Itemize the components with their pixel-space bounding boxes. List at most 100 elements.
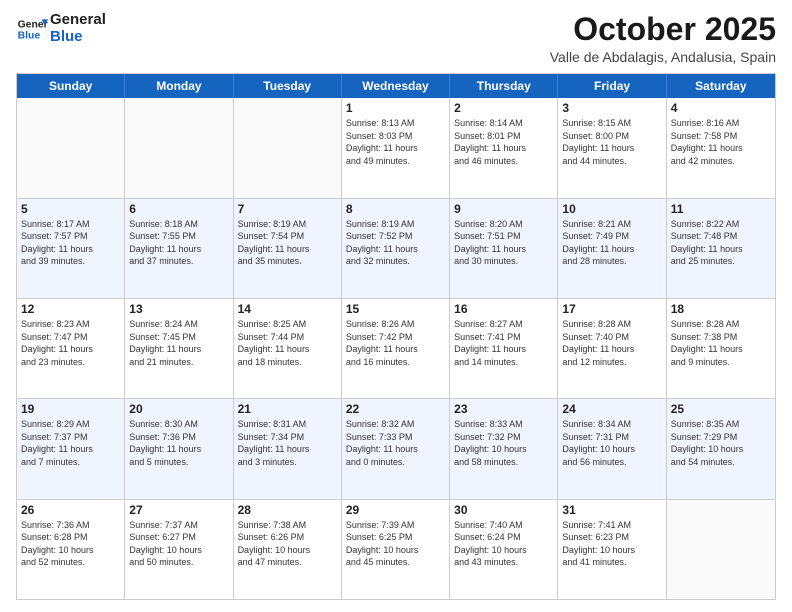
day-cell: 10Sunrise: 8:21 AM Sunset: 7:49 PM Dayli… [558,199,666,298]
day-info: Sunrise: 8:29 AM Sunset: 7:37 PM Dayligh… [21,418,120,468]
day-cell: 9Sunrise: 8:20 AM Sunset: 7:51 PM Daylig… [450,199,558,298]
day-number: 20 [129,402,228,416]
day-number: 4 [671,101,771,115]
day-number: 18 [671,302,771,316]
day-number: 22 [346,402,445,416]
day-cell [125,98,233,197]
day-info: Sunrise: 8:23 AM Sunset: 7:47 PM Dayligh… [21,318,120,368]
day-cell: 23 Sunrise: 8:33 AM Sunset: 7:32 PM Dayli… [450,399,558,498]
day-cell: 28Sunrise: 7:38 AM Sunset: 6:26 PM Dayli… [234,500,342,599]
day-cell: 20Sunrise: 8:30 AM Sunset: 7:36 PM Dayli… [125,399,233,498]
day-number: 14 [238,302,337,316]
day-info: Sunrise: 8:15 AM Sunset: 8:00 PM Dayligh… [562,117,661,167]
day-number: 27 [129,503,228,517]
day-cell: 8 Sunrise: 8:19 AM Sunset: 7:52 PM Daylig… [342,199,450,298]
day-info: Sunrise: 8:13 AM Sunset: 8:03 PM Dayligh… [346,117,445,167]
day-cell: 24 Sunrise: 8:34 AM Sunset: 7:31 PM Dayli… [558,399,666,498]
day-cell: 11 Sunrise: 8:22 AM Sunset: 7:48 PM Dayli… [667,199,775,298]
day-number: 19 [21,402,120,416]
day-cell: 27 Sunrise: 7:37 AM Sunset: 6:27 PM Dayli… [125,500,233,599]
day-cell: 16 Sunrise: 8:27 AM Sunset: 7:41 PM Dayli… [450,299,558,398]
day-cell: 2 Sunrise: 8:14 AM Sunset: 8:01 PM Daylig… [450,98,558,197]
day-number: 31 [562,503,661,517]
week-row: 5 Sunrise: 8:17 AM Sunset: 7:57 PM Daylig… [17,199,775,299]
day-header: Thursday [450,74,558,98]
day-header: Saturday [667,74,775,98]
day-cell: 15 Sunrise: 8:26 AM Sunset: 7:42 PM Dayli… [342,299,450,398]
day-cell: 22 Sunrise: 8:32 AM Sunset: 7:33 PM Dayli… [342,399,450,498]
day-info: Sunrise: 8:16 AM Sunset: 7:58 PM Dayligh… [671,117,771,167]
day-cell: 12Sunrise: 8:23 AM Sunset: 7:47 PM Dayli… [17,299,125,398]
day-number: 21 [238,402,337,416]
day-cell: 31 Sunrise: 7:41 AM Sunset: 6:23 PM Dayli… [558,500,666,599]
week-row: 26Sunrise: 7:36 AM Sunset: 6:28 PM Dayli… [17,500,775,599]
day-header: Tuesday [234,74,342,98]
day-number: 16 [454,302,553,316]
day-info: Sunrise: 8:31 AM Sunset: 7:34 PM Dayligh… [238,418,337,468]
day-info: Sunrise: 8:33 AM Sunset: 7:32 PM Dayligh… [454,418,553,468]
day-info: Sunrise: 7:39 AM Sunset: 6:25 PM Dayligh… [346,519,445,569]
day-header: Monday [125,74,233,98]
day-header: Sunday [17,74,125,98]
day-number: 24 [562,402,661,416]
day-cell: 19 Sunrise: 8:29 AM Sunset: 7:37 PM Dayli… [17,399,125,498]
day-number: 8 [346,202,445,216]
day-info: Sunrise: 8:28 AM Sunset: 7:38 PM Dayligh… [671,318,771,368]
calendar: SundayMondayTuesdayWednesdayThursdayFrid… [16,73,776,600]
day-cell: 13Sunrise: 8:24 AM Sunset: 7:45 PM Dayli… [125,299,233,398]
day-cell: 6Sunrise: 8:18 AM Sunset: 7:55 PM Daylig… [125,199,233,298]
day-info: Sunrise: 8:35 AM Sunset: 7:29 PM Dayligh… [671,418,771,468]
day-info: Sunrise: 8:22 AM Sunset: 7:48 PM Dayligh… [671,218,771,268]
day-number: 17 [562,302,661,316]
day-number: 11 [671,202,771,216]
day-info: Sunrise: 8:32 AM Sunset: 7:33 PM Dayligh… [346,418,445,468]
day-number: 5 [21,202,120,216]
day-number: 9 [454,202,553,216]
header: General Blue General Blue October 2025 V… [16,12,776,65]
title-section: October 2025 Valle de Abdalagis, Andalus… [550,12,776,65]
day-number: 2 [454,101,553,115]
day-info: Sunrise: 8:24 AM Sunset: 7:45 PM Dayligh… [129,318,228,368]
logo-blue: Blue [50,29,106,46]
logo-general: General [50,12,106,29]
day-info: Sunrise: 8:26 AM Sunset: 7:42 PM Dayligh… [346,318,445,368]
day-info: Sunrise: 8:25 AM Sunset: 7:44 PM Dayligh… [238,318,337,368]
day-cell: 5 Sunrise: 8:17 AM Sunset: 7:57 PM Daylig… [17,199,125,298]
logo: General Blue General Blue [16,12,106,45]
day-number: 6 [129,202,228,216]
day-number: 23 [454,402,553,416]
day-cell: 14 Sunrise: 8:25 AM Sunset: 7:44 PM Dayli… [234,299,342,398]
day-number: 1 [346,101,445,115]
svg-text:Blue: Blue [18,30,41,41]
month-title: October 2025 [550,12,776,47]
day-info: Sunrise: 8:19 AM Sunset: 7:52 PM Dayligh… [346,218,445,268]
day-info: Sunrise: 8:21 AM Sunset: 7:49 PM Dayligh… [562,218,661,268]
week-row: 1 Sunrise: 8:13 AM Sunset: 8:03 PM Daylig… [17,98,775,198]
day-info: Sunrise: 7:41 AM Sunset: 6:23 PM Dayligh… [562,519,661,569]
logo-icon: General Blue [16,13,48,45]
day-cell: 29 Sunrise: 7:39 AM Sunset: 6:25 PM Dayli… [342,500,450,599]
day-info: Sunrise: 8:34 AM Sunset: 7:31 PM Dayligh… [562,418,661,468]
day-info: Sunrise: 8:27 AM Sunset: 7:41 PM Dayligh… [454,318,553,368]
day-number: 28 [238,503,337,517]
day-cell: 3Sunrise: 8:15 AM Sunset: 8:00 PM Daylig… [558,98,666,197]
day-cell: 1 Sunrise: 8:13 AM Sunset: 8:03 PM Daylig… [342,98,450,197]
day-info: Sunrise: 8:28 AM Sunset: 7:40 PM Dayligh… [562,318,661,368]
day-number: 29 [346,503,445,517]
day-info: Sunrise: 8:14 AM Sunset: 8:01 PM Dayligh… [454,117,553,167]
page: General Blue General Blue October 2025 V… [0,0,792,612]
day-header: Wednesday [342,74,450,98]
day-cell [234,98,342,197]
day-cell: 18 Sunrise: 8:28 AM Sunset: 7:38 PM Dayli… [667,299,775,398]
day-info: Sunrise: 8:19 AM Sunset: 7:54 PM Dayligh… [238,218,337,268]
day-info: Sunrise: 7:37 AM Sunset: 6:27 PM Dayligh… [129,519,228,569]
day-number: 15 [346,302,445,316]
day-info: Sunrise: 8:17 AM Sunset: 7:57 PM Dayligh… [21,218,120,268]
day-cell: 17 Sunrise: 8:28 AM Sunset: 7:40 PM Dayli… [558,299,666,398]
day-cell: 7 Sunrise: 8:19 AM Sunset: 7:54 PM Daylig… [234,199,342,298]
weeks: 1 Sunrise: 8:13 AM Sunset: 8:03 PM Daylig… [17,98,775,599]
day-cell: 26Sunrise: 7:36 AM Sunset: 6:28 PM Dayli… [17,500,125,599]
day-cell: 30Sunrise: 7:40 AM Sunset: 6:24 PM Dayli… [450,500,558,599]
week-row: 19 Sunrise: 8:29 AM Sunset: 7:37 PM Dayli… [17,399,775,499]
day-number: 7 [238,202,337,216]
